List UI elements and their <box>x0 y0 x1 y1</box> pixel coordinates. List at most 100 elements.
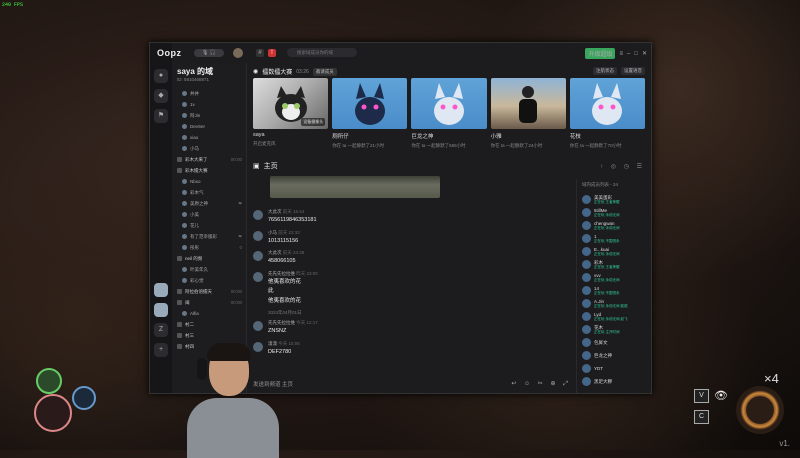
chat-message[interactable]: 小马 前天 23:33 1013115156 <box>253 230 563 246</box>
avatar[interactable] <box>253 271 263 282</box>
channel-member[interactable]: 1v <box>172 99 246 110</box>
member-item[interactable]: chengwan 正在玩 永劫无间 <box>582 219 651 232</box>
stage-status-button[interactable]: 注航状态 <box>593 67 617 75</box>
maximize-icon[interactable]: □ <box>634 51 638 57</box>
member-item[interactable]: 5tillMe 正在玩 永劫无间 <box>582 206 651 219</box>
channel-member[interactable]: 美原之神 ❤ <box>172 198 246 209</box>
user-avatar <box>182 113 187 118</box>
message-author[interactable]: 小马 <box>268 230 277 235</box>
guild-wolf-icon-2[interactable] <box>154 303 168 317</box>
channel-member[interactable]: Alfia <box>172 308 246 319</box>
composer-icons[interactable]: ↩ ☺ ✂ ⊕ ⤢ <box>511 380 571 388</box>
channel-member[interactable]: Nbxo <box>172 176 246 187</box>
voice-settings-button[interactable]: 设置语音 <box>621 67 645 75</box>
channel-count: 00:00 <box>230 300 242 305</box>
guild-wolf-icon[interactable] <box>154 283 168 297</box>
channel-member[interactable]: DevSer <box>172 121 246 132</box>
channel-member[interactable]: 小美 <box>172 209 246 220</box>
channel-member[interactable]: xiao <box>172 132 246 143</box>
message-author[interactable]: 大此次 <box>268 250 282 255</box>
stage-icon: ◉ <box>253 69 259 75</box>
pinned-image[interactable] <box>270 176 440 198</box>
voice-tile[interactable]: 小雅 你在 ta 一起静默了24小时 <box>490 78 566 153</box>
voice-tile[interactable]: 巨龙之神 你在 ta 一起静默了555小时 <box>411 78 487 153</box>
message-text: ZNSNZ <box>268 328 287 334</box>
voice-controls[interactable]: 🎙 🎧 <box>194 49 224 57</box>
channel-count: 00:00 <box>230 157 242 162</box>
close-icon[interactable]: ✕ <box>642 50 647 57</box>
avatar[interactable] <box>253 230 263 241</box>
guild-z-icon[interactable]: Z <box>154 323 168 337</box>
member-item[interactable]: 黑足大穆 <box>582 375 651 388</box>
member-item[interactable]: 14 正在玩 不围恒永 <box>582 284 651 297</box>
message-author[interactable]: 先先先拉拉维 <box>268 320 295 325</box>
channel-member[interactable]: 叶美年久 <box>172 264 246 275</box>
channel-member[interactable]: 阿Jin <box>172 110 246 121</box>
chat-message[interactable]: 先先先拉拉维 今天 12:17 ZNSNZ <box>253 320 563 336</box>
voice-tile[interactable]: 厕所仔 你在 ta 一起静默了21小时 <box>332 78 408 153</box>
channel-icon <box>177 344 182 349</box>
member-item[interactable]: vvv 正在玩 永劫无间 <box>582 271 651 284</box>
minimize-icon[interactable]: – <box>627 51 630 57</box>
chat-message[interactable]: 先先先拉拉维 昨天 23:00 他夷喜欢的花此他夷喜欢的花 <box>253 271 563 306</box>
member-item[interactable]: 花木 正在玩 主开时间 <box>582 323 651 336</box>
channel-item[interactable]: 阿拉伯语擂天 00:00 <box>172 286 246 297</box>
camera-label[interactable]: 设备摄像头 <box>301 118 326 126</box>
channel-item[interactable]: 彩木大来了 00:00 <box>172 154 246 165</box>
channel-item[interactable]: 闽 00:00 <box>172 297 246 308</box>
search-input[interactable]: 搜索域成员你的域 <box>287 48 357 57</box>
channel-member[interactable]: 有了范幸版彩 ❤ <box>172 231 246 242</box>
channel-member[interactable]: 花儿 <box>172 220 246 231</box>
member-item[interactable]: Lyd 正在玩 永劫无间 起飞 <box>582 310 651 323</box>
channel-member[interactable]: 彩木气 <box>172 187 246 198</box>
message-author[interactable]: 大此次 <box>268 209 282 214</box>
hash-icon[interactable]: # <box>256 49 264 57</box>
message-author[interactable]: 先先先拉拉维 <box>268 271 295 276</box>
tile-name: 巨龙之神 <box>411 134 434 140</box>
avatar[interactable] <box>253 210 263 220</box>
channel-member[interactable]: 彩心觉 <box>172 275 246 286</box>
avatar <box>582 325 591 334</box>
notification-icon[interactable]: ! <box>268 49 276 57</box>
member-item[interactable]: 巨龙之神 <box>582 349 651 362</box>
channel-member[interactable]: 井井 <box>172 88 246 99</box>
message-composer[interactable]: 发送到频道 主页 ↩ ☺ ✂ ⊕ ⤢ <box>253 379 571 389</box>
avatar[interactable] <box>253 321 263 331</box>
tile-image <box>332 78 408 129</box>
tile-name: saya <box>253 132 265 138</box>
avatar <box>582 351 591 360</box>
channel-member[interactable]: 彤彤 0 <box>172 242 246 253</box>
guild-home-icon[interactable]: ● <box>154 69 168 83</box>
chat-message[interactable]: 大此次 前天 15:44 7656119846353181 <box>253 209 563 225</box>
member-item[interactable]: 1 正在玩 不围恒永 <box>582 232 651 245</box>
member-item[interactable]: 美美蛋彩 正在玩 王者荣耀 <box>582 193 651 206</box>
chat-tools[interactable]: ↑ ◎ ◷ ☰ <box>600 163 645 170</box>
voice-tile[interactable]: 花枝 你在 ta 一起静默了70小时 <box>569 78 646 153</box>
channel-icon <box>177 289 182 294</box>
member-status: 正在玩 不围恒永 <box>594 239 620 243</box>
chat-message[interactable]: 潇潇 今天 15:06 DEF2780 <box>253 341 563 357</box>
member-item[interactable]: A.Jin 正在玩 永劫无间 能爬 <box>582 297 651 310</box>
voice-tile[interactable]: 设备摄像头 saya 开启麦克风 <box>253 78 329 153</box>
member-item[interactable]: YDT <box>582 362 651 375</box>
avatar[interactable] <box>253 251 263 261</box>
member-item[interactable]: 彩木 正在玩 王者荣耀 <box>582 258 651 271</box>
add-guild-icon[interactable]: + <box>154 343 168 357</box>
date-divider: 2024年04月01日 <box>268 310 302 315</box>
channel-item[interactable]: 村二 <box>172 319 246 330</box>
member-item[interactable]: E...kuai 正在玩 永劫无间 <box>582 245 651 258</box>
channel-member[interactable]: 小马 <box>172 143 246 154</box>
message-time: 前天 15:44 <box>282 209 305 214</box>
guild-diamond-icon[interactable]: ◆ <box>154 89 168 103</box>
member-item[interactable]: 包屏文 <box>582 336 651 349</box>
invite-button[interactable]: 邀请成员 <box>312 67 337 76</box>
channel-item[interactable]: neil 的频 <box>172 253 246 264</box>
self-avatar[interactable] <box>233 48 243 58</box>
chat-message[interactable]: 大此次 前天 23:38 458066105 <box>253 250 563 266</box>
user-avatar <box>182 124 187 129</box>
upgrade-button[interactable]: 升级超级 <box>585 48 616 59</box>
menu-icon[interactable]: ≡ <box>619 51 623 57</box>
channel-item[interactable]: 彩木擂大赛 <box>172 165 246 176</box>
channel-label: neil 的频 <box>185 255 203 261</box>
guild-flag-icon[interactable]: ⚑ <box>154 109 168 123</box>
